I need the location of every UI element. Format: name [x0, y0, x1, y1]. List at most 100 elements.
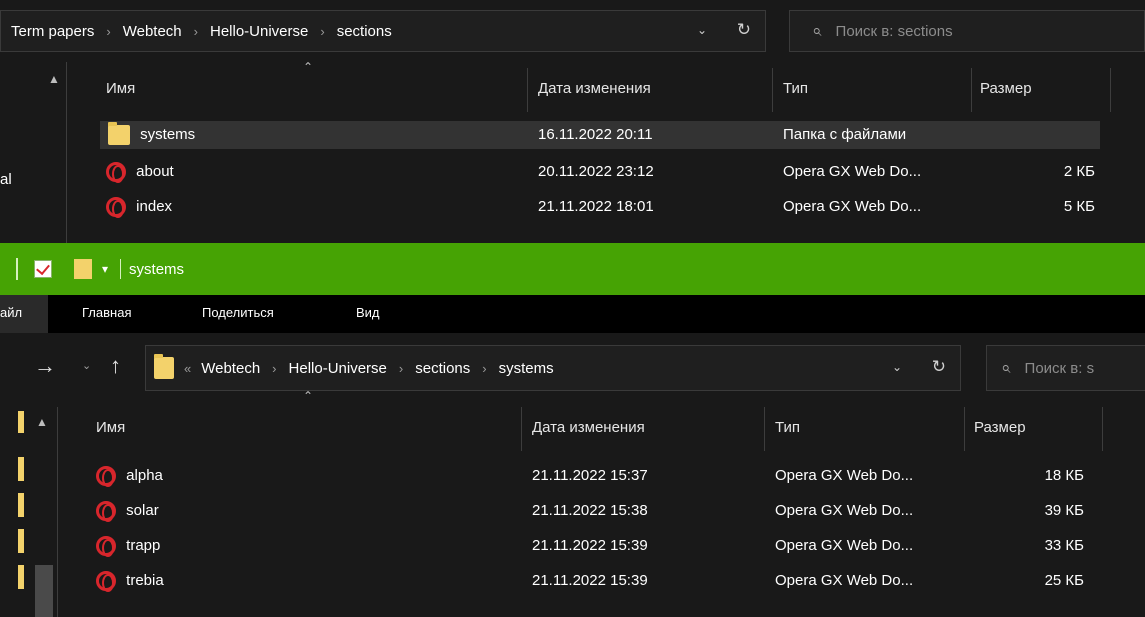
file-date: 21.11.2022 15:37 — [532, 467, 648, 484]
file-size — [980, 121, 1095, 149]
column-divider[interactable] — [971, 68, 972, 112]
navigation-pane — [0, 62, 66, 243]
file-size: 18 КБ — [1044, 467, 1084, 484]
opera-gx-icon — [96, 571, 116, 593]
scroll-up-icon[interactable]: ▲ — [36, 415, 48, 429]
address-bar[interactable]: « Webtech › Hello-Universe › sections › … — [145, 345, 961, 391]
tab-share[interactable]: Поделиться — [202, 305, 274, 320]
refresh-icon[interactable]: ↻ — [932, 357, 946, 377]
navigation-bar: → ⌄ ↑ « Webtech › Hello-Universe › secti… — [0, 333, 1145, 407]
nav-pane-folder-icon[interactable] — [18, 529, 24, 553]
recent-locations-icon[interactable]: ⌄ — [82, 359, 91, 372]
file-row-systems[interactable]: systems 16.11.2022 20:11 Папка с файлами — [100, 121, 1100, 149]
file-row-alpha[interactable]: alpha 21.11.2022 15:37 Opera GX Web Do..… — [96, 462, 1096, 490]
sort-ascending-icon: ⌃ — [303, 389, 314, 403]
column-divider[interactable] — [1102, 407, 1103, 451]
file-date: 21.11.2022 15:39 — [532, 572, 648, 589]
new-folder-icon[interactable] — [74, 259, 92, 279]
file-type: Opera GX Web Do... — [775, 572, 914, 589]
file-type: Папка с файлами — [783, 126, 907, 143]
file-name: trapp — [126, 537, 161, 554]
address-bar[interactable]: Term papers › Webtech › Hello-Universe ›… — [0, 10, 766, 52]
file-name: systems — [140, 126, 196, 143]
tab-file[interactable]: айл — [0, 295, 48, 333]
search-placeholder: Поиск в: sections — [835, 22, 953, 40]
column-header-size[interactable]: Размер — [980, 80, 1032, 97]
properties-checkbox-icon[interactable] — [34, 260, 52, 278]
column-divider[interactable] — [527, 68, 528, 112]
file-type: Opera GX Web Do... — [775, 537, 914, 554]
tab-view[interactable]: Вид — [356, 305, 380, 320]
separator — [120, 259, 122, 279]
breadcrumb-chevron-icon[interactable]: › — [106, 24, 110, 39]
file-type: Opera GX Web Do... — [783, 163, 922, 180]
breadcrumb-term-papers[interactable]: Term papers — [11, 23, 94, 40]
folder-icon — [154, 354, 174, 379]
window-title: systems — [129, 260, 185, 278]
title-bar[interactable]: ▾ systems — [0, 243, 1145, 295]
file-row-trapp[interactable]: trapp 21.11.2022 15:39 Opera GX Web Do..… — [96, 532, 1096, 560]
column-header-type[interactable]: Тип — [783, 80, 808, 97]
opera-gx-icon — [96, 466, 116, 488]
separator — [16, 258, 18, 280]
nav-pane-divider — [57, 407, 58, 617]
column-header-size[interactable]: Размер — [974, 419, 1026, 436]
breadcrumb-sections[interactable]: sections — [337, 23, 392, 40]
file-date: 21.11.2022 15:38 — [532, 502, 648, 519]
nav-pane-folder-icon[interactable] — [18, 493, 24, 517]
chevron-down-icon[interactable]: ⌄ — [697, 23, 707, 37]
file-row-about[interactable]: about 20.11.2022 23:12 Opera GX Web Do..… — [100, 158, 1100, 186]
breadcrumb-overflow-icon[interactable]: « — [184, 361, 191, 376]
column-divider[interactable] — [1110, 68, 1111, 112]
column-divider[interactable] — [772, 68, 773, 112]
breadcrumb-hello-universe[interactable]: Hello-Universe — [210, 23, 308, 40]
breadcrumb-webtech[interactable]: Webtech — [123, 23, 182, 40]
file-row-solar[interactable]: solar 21.11.2022 15:38 Opera GX Web Do..… — [96, 497, 1096, 525]
breadcrumb-chevron-icon[interactable]: › — [399, 361, 403, 376]
file-name: index — [136, 198, 173, 215]
column-header-date[interactable]: Дата изменения — [532, 419, 645, 436]
column-divider[interactable] — [964, 407, 965, 451]
breadcrumb-webtech[interactable]: Webtech — [201, 360, 260, 377]
file-size: 25 КБ — [1044, 572, 1084, 589]
column-divider[interactable] — [764, 407, 765, 451]
file-type: Opera GX Web Do... — [775, 467, 914, 484]
column-header-name[interactable]: Имя — [106, 80, 135, 97]
file-size: 5 КБ — [1063, 198, 1095, 215]
column-header-type[interactable]: Тип — [775, 419, 800, 436]
search-icon: ⌕ — [1001, 358, 1011, 377]
nav-pane-folder-icon[interactable] — [18, 411, 24, 433]
explorer-window-sections: Term papers › Webtech › Hello-Universe ›… — [0, 0, 1145, 243]
breadcrumb-sections[interactable]: sections — [415, 360, 470, 377]
opera-gx-icon — [106, 197, 126, 219]
breadcrumb-chevron-icon[interactable]: › — [482, 361, 486, 376]
chevron-down-icon[interactable]: ⌄ — [892, 360, 902, 374]
breadcrumb-chevron-icon[interactable]: › — [320, 24, 324, 39]
column-header-date[interactable]: Дата изменения — [538, 80, 651, 97]
file-date: 16.11.2022 20:11 — [538, 126, 653, 143]
tab-home[interactable]: Главная — [82, 305, 131, 320]
column-divider[interactable] — [521, 407, 522, 451]
forward-arrow-icon[interactable]: → — [34, 353, 56, 379]
nav-pane-item-label[interactable]: al — [0, 171, 12, 188]
file-row-index[interactable]: index 21.11.2022 18:01 Opera GX Web Do..… — [100, 193, 1100, 221]
breadcrumb-chevron-icon[interactable]: › — [194, 24, 198, 39]
opera-gx-icon — [96, 536, 116, 558]
refresh-icon[interactable]: ↻ — [737, 20, 751, 40]
file-name: solar — [126, 502, 159, 519]
nav-pane-folder-icon[interactable] — [18, 565, 24, 589]
file-type: Opera GX Web Do... — [775, 502, 914, 519]
breadcrumb-chevron-icon[interactable]: › — [272, 361, 276, 376]
column-header-name[interactable]: Имя — [96, 419, 125, 436]
search-input[interactable]: ⌕ Поиск в: sections — [789, 10, 1145, 52]
breadcrumb-systems[interactable]: systems — [499, 360, 554, 377]
search-input[interactable]: ⌕ Поиск в: s — [986, 345, 1145, 391]
quick-access-dropdown-icon[interactable]: ▾ — [102, 262, 108, 276]
scroll-up-icon[interactable]: ▲ — [48, 72, 60, 86]
breadcrumb-hello-universe[interactable]: Hello-Universe — [289, 360, 387, 377]
scrollbar-thumb[interactable] — [35, 565, 53, 617]
file-size: 39 КБ — [1044, 502, 1084, 519]
file-row-trebia[interactable]: trebia 21.11.2022 15:39 Opera GX Web Do.… — [96, 567, 1096, 595]
up-arrow-icon[interactable]: ↑ — [110, 353, 121, 379]
nav-pane-folder-icon[interactable] — [18, 457, 24, 481]
